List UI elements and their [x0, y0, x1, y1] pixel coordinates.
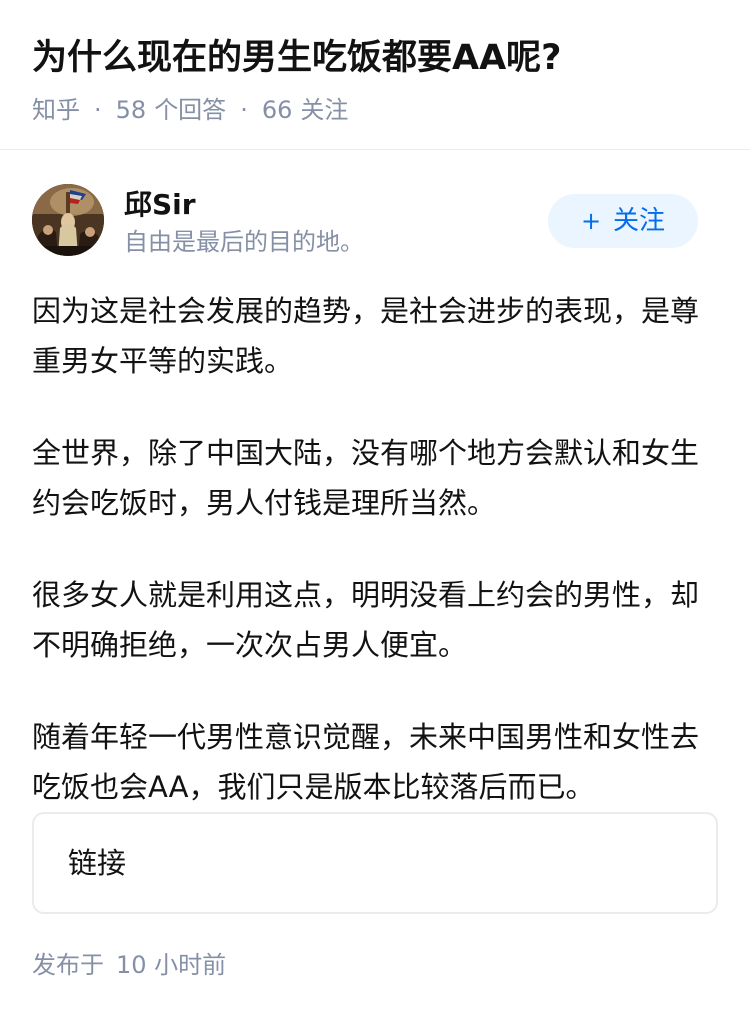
follower-count-label: 关注 [300, 96, 349, 124]
answer-body: 因为这是社会发展的趋势，是社会进步的表现，是尊重男女平等的实践。 全世界，除了中… [32, 286, 712, 854]
answer-paragraph: 全世界，除了中国大陆，没有哪个地方会默认和女生约会吃饭时，男人付钱是理所当然。 [32, 436, 700, 520]
separator-dot: · [94, 96, 102, 124]
link-card-label: 链接 [68, 846, 127, 880]
publish-time: 发布于 10 小时前 [32, 948, 226, 982]
question-title[interactable]: 为什么现在的男生吃饭都要AA呢? [32, 34, 561, 82]
published-time: 10 小时前 [116, 951, 227, 979]
published-prefix: 发布于 [32, 951, 104, 979]
link-card[interactable]: 链接 [32, 812, 718, 914]
author-row: 邱Sir 自由是最后的目的地。 + 关注 [32, 184, 718, 260]
author-bio: 自由是最后的目的地。 [124, 228, 364, 256]
author-name[interactable]: 邱Sir [124, 186, 196, 224]
answer-paragraph: 很多女人就是利用这点，明明没看上约会的男性，却不明确拒绝，一次次占男人便宜。 [32, 578, 700, 662]
question-meta: 知乎 · 58 个回答 · 66 关注 [32, 94, 348, 126]
plus-icon: + [580, 207, 602, 235]
question-header: 为什么现在的男生吃饭都要AA呢? 知乎 · 58 个回答 · 66 关注 [0, 0, 750, 150]
source-label[interactable]: 知乎 [32, 94, 80, 126]
avatar[interactable] [32, 184, 104, 256]
follower-count: 66 [261, 96, 293, 124]
answer-count-label: 个回答 [154, 96, 227, 124]
painting-avatar-icon [32, 184, 104, 256]
answer-paragraph: 随着年轻一代男性意识觉醒，未来中国男性和女性去吃饭也会AA，我们只是版本比较落后… [32, 720, 700, 804]
follow-button-label: 关注 [613, 206, 666, 236]
follow-button[interactable]: + 关注 [548, 194, 698, 248]
answer-count: 58 [115, 96, 147, 124]
separator-dot: · [240, 96, 248, 124]
answer-paragraph: 因为这是社会发展的趋势，是社会进步的表现，是尊重男女平等的实践。 [32, 294, 700, 378]
